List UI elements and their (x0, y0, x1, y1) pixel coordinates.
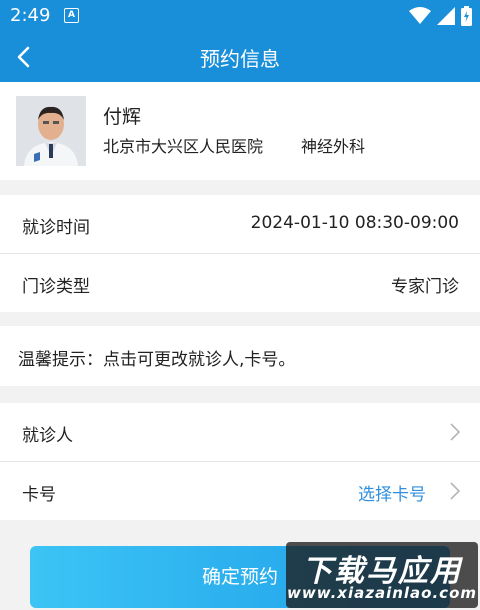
doctor-card: 付辉 北京市大兴区人民医院 神经外科 (0, 82, 480, 180)
battery-icon (461, 6, 472, 26)
status-bar: 2:49 A (0, 0, 480, 32)
chevron-right-icon (450, 423, 460, 441)
appointment-time-value: 2024-01-10 08:30-09:00 (250, 213, 459, 233)
signal-icon (437, 7, 455, 25)
status-time: 2:49 (10, 5, 51, 26)
doctor-photo (16, 96, 86, 166)
appointment-time-row: 就诊时间 2024-01-10 08:30-09:00 (0, 195, 480, 253)
tip-banner: 温馨提示：点击可更改就诊人,卡号。 (0, 326, 480, 386)
patient-label: 就诊人 (22, 426, 73, 446)
tip-text: 温馨提示：点击可更改就诊人,卡号。 (18, 350, 296, 370)
doctor-name: 付辉 (103, 106, 142, 128)
nav-bar: 预约信息 (0, 32, 480, 82)
appointment-time-label: 就诊时间 (22, 218, 90, 238)
chevron-right-icon (450, 482, 460, 500)
watermark-url: www.xiazainlao.com (286, 584, 478, 602)
clinic-type-value: 专家门诊 (391, 277, 459, 297)
clinic-type-row: 门诊类型 专家门诊 (0, 254, 480, 312)
wifi-icon (409, 7, 431, 24)
card-row[interactable]: 卡号 选择卡号 (0, 462, 480, 520)
select-card-link[interactable]: 选择卡号 (358, 480, 426, 505)
doctor-department: 神经外科 (301, 137, 366, 156)
watermark: 下载马应用 www.xiazainlao.com (286, 542, 478, 608)
doctor-avatar (16, 96, 86, 166)
patient-row[interactable]: 就诊人 (0, 403, 480, 461)
notification-icon: A (64, 8, 79, 23)
status-icons (409, 6, 472, 26)
doctor-hospital: 北京市大兴区人民医院 (103, 137, 264, 156)
page-title: 预约信息 (200, 47, 280, 71)
card-label: 卡号 (22, 485, 56, 505)
clinic-type-label: 门诊类型 (22, 277, 90, 297)
